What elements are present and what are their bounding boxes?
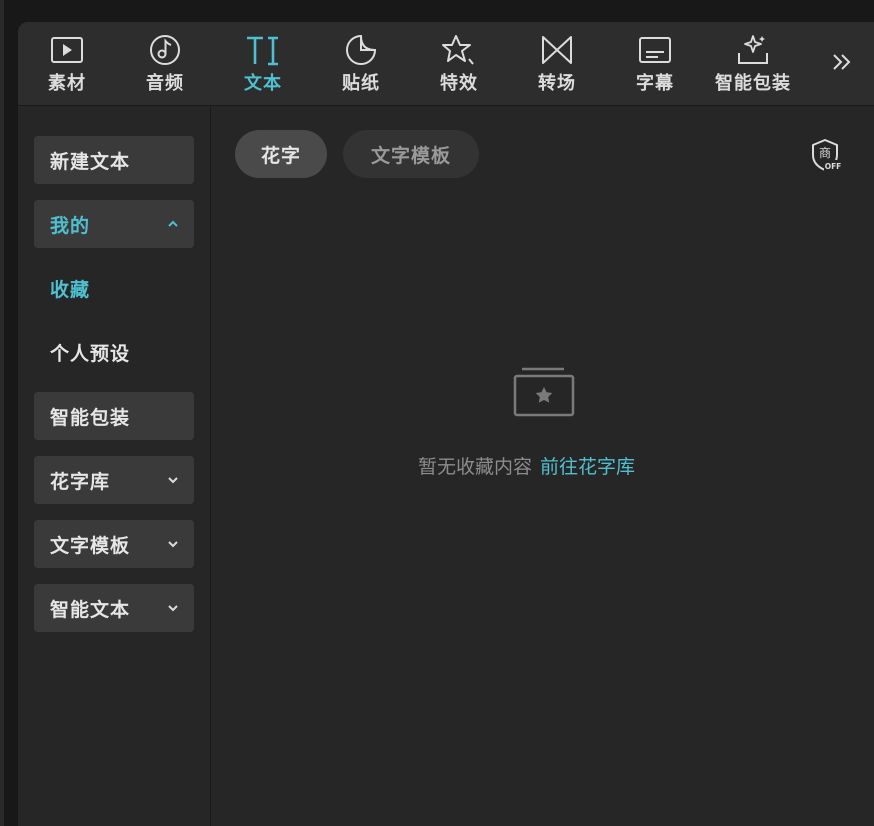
tab-text-label: 文本 (244, 73, 282, 94)
tab-media-label: 素材 (48, 73, 86, 94)
shop-shield-icon: 商 OFF (812, 139, 842, 171)
shop-badge-char: 商 (819, 145, 831, 160)
tab-sticker-label: 贴纸 (342, 73, 380, 94)
empty-state: 暂无收藏内容 前往花字库 (418, 452, 678, 478)
subtitle-icon (637, 32, 673, 68)
sidebar-item-label: 我的 (50, 214, 91, 237)
sidebar-item-personal-presets[interactable]: 个人预设 (50, 328, 130, 376)
chevron-down-icon (166, 472, 180, 486)
double-chevron-right-icon (831, 51, 853, 77)
tab-flower-text[interactable]: 花字 (235, 130, 327, 178)
tab-audio-label: 音频 (146, 73, 184, 94)
tab-subtitle[interactable]: 字幕 (606, 22, 704, 105)
tab-smart-pack-label: 智能包装 (715, 73, 791, 94)
sidebar-item-mine[interactable]: 我的 (34, 200, 194, 248)
sidebar-item-text-templates[interactable]: 文字模板 (34, 520, 194, 568)
category-toolbar: 素材 音频 文本 贴纸 特效 转场 字幕 智能包装 (18, 22, 874, 106)
sidebar-item-label: 智能文本 (50, 598, 131, 621)
music-note-icon (147, 32, 183, 68)
chevron-down-icon (166, 600, 180, 614)
tab-audio[interactable]: 音频 (116, 22, 214, 105)
more-tabs-button[interactable] (824, 48, 860, 80)
text-sidebar: 新建文本 我的 收藏 个人预设 智能包装 花字库 文字模板 智能文本 (18, 106, 211, 826)
transition-bowtie-icon (539, 32, 575, 68)
sidebar-item-smart-text[interactable]: 智能文本 (34, 584, 194, 632)
window-left-edge (0, 0, 4, 826)
go-to-flower-lib-link[interactable]: 前往花字库 (540, 452, 635, 479)
tab-transition-label: 转场 (538, 73, 576, 94)
sidebar-item-new-text[interactable]: 新建文本 (34, 136, 194, 184)
tab-effects-label: 特效 (440, 73, 478, 94)
sidebar-item-label: 花字库 (50, 470, 111, 493)
sidebar-item-smart-pack[interactable]: 智能包装 (34, 392, 194, 440)
shop-badge-off: OFF (825, 162, 842, 171)
text-ti-icon (245, 32, 281, 68)
chevron-down-icon (166, 536, 180, 550)
tab-smart-pack[interactable]: 智能包装 (704, 22, 802, 105)
tab-text[interactable]: 文本 (214, 22, 312, 105)
chevron-up-icon (166, 216, 180, 230)
sticker-icon (343, 32, 379, 68)
empty-favorites-icon (512, 364, 576, 420)
smart-pack-icon (735, 32, 771, 68)
sidebar-item-favorites[interactable]: 收藏 (50, 264, 90, 312)
tab-subtitle-label: 字幕 (636, 73, 674, 94)
video-play-icon (49, 32, 85, 68)
sidebar-item-label: 文字模板 (50, 534, 131, 557)
material-panel: 素材 音频 文本 贴纸 特效 转场 字幕 智能包装 新建文本 我的 收藏 个人预… (18, 22, 874, 826)
tab-media[interactable]: 素材 (18, 22, 116, 105)
tab-transition[interactable]: 转场 (508, 22, 606, 105)
sidebar-item-flower-lib[interactable]: 花字库 (34, 456, 194, 504)
sparkle-star-icon (441, 32, 477, 68)
sidebar-item-label: 新建文本 (50, 150, 131, 173)
tab-sticker[interactable]: 贴纸 (312, 22, 410, 105)
sidebar-item-label: 智能包装 (50, 406, 131, 429)
empty-message: 暂无收藏内容 (418, 455, 533, 478)
tab-effects[interactable]: 特效 (410, 22, 508, 105)
tab-text-templates[interactable]: 文字模板 (343, 130, 479, 178)
commercial-off-toggle[interactable]: 商 OFF (808, 138, 842, 172)
